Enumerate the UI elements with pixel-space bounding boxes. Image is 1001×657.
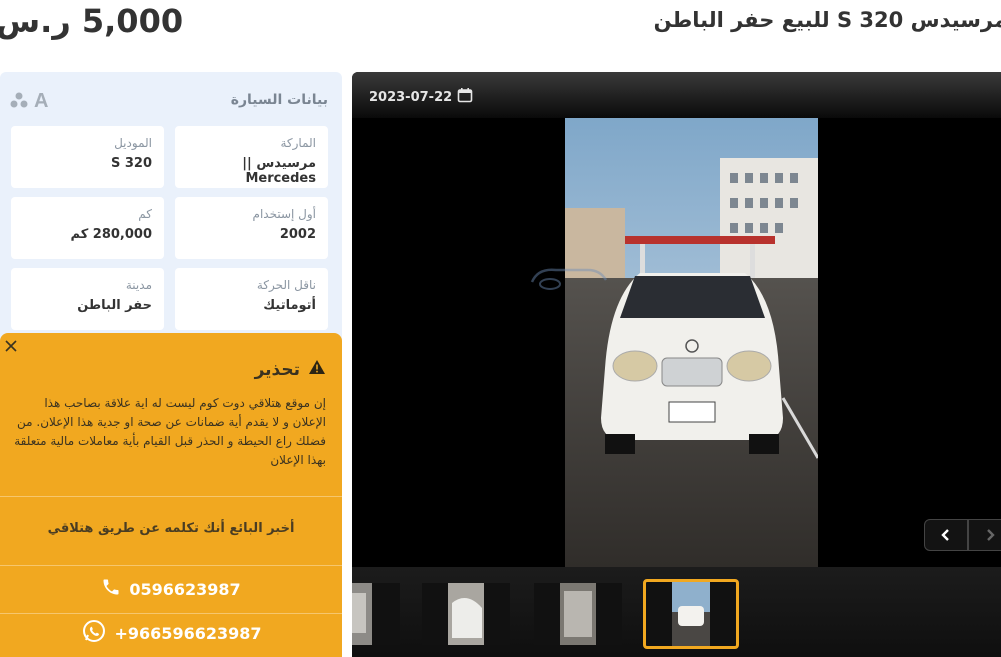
- font-size-icon[interactable]: A: [34, 90, 48, 113]
- call-button[interactable]: 0596623987: [0, 565, 342, 613]
- gallery-topbar: 2023-07-22: [352, 72, 1001, 118]
- warning-heading: تحذير: [255, 359, 326, 380]
- whatsapp-icon: [81, 618, 107, 648]
- whatsapp-number: +966596623987: [114, 623, 262, 643]
- listing-page: 5,000 ر.س مرسيدس S 320 للبيع حفر الباطن …: [0, 0, 1001, 657]
- next-photo-button[interactable]: [968, 519, 1001, 551]
- spec-card-transmission: ناقل الحركة أتوماتيك: [175, 268, 328, 330]
- spec-card-model: الموديل S 320: [11, 126, 164, 188]
- spec-label: الماركة: [280, 136, 316, 150]
- thumbnail-strip: [352, 567, 1001, 657]
- spec-card-first-use: أول إستخدام 2002: [175, 197, 328, 259]
- thumbnail-1[interactable]: [352, 583, 400, 645]
- divider: [0, 496, 342, 497]
- price: 5,000 ر.س: [0, 2, 184, 40]
- warning-icon: [308, 359, 326, 380]
- share-icon[interactable]: [10, 92, 28, 112]
- post-date: 2023-07-22: [369, 87, 473, 107]
- spec-value: 2002: [279, 227, 316, 242]
- spec-label: أول إستخدام: [252, 207, 316, 221]
- phone-icon: [101, 577, 121, 601]
- spec-card-city: مدينة حفر الباطن: [11, 268, 164, 330]
- specs-tools: A: [10, 90, 48, 113]
- spec-label: كم: [138, 207, 152, 221]
- phone-number: 0596623987: [129, 579, 241, 599]
- thumbnail-3[interactable]: [534, 583, 622, 645]
- spec-value: S 320: [110, 156, 152, 171]
- spec-value: أتوماتيك: [263, 298, 316, 313]
- spec-value: 280,000 كم: [70, 227, 153, 242]
- specs-header: بيانات السيارة A: [0, 72, 342, 130]
- main-car-photo[interactable]: [565, 118, 818, 567]
- photo-gallery: 2023-07-22: [352, 72, 1001, 657]
- warning-box: تحذير إن موقع هتلاقي دوت كوم ليست له اية…: [0, 333, 342, 657]
- gallery-nav: [924, 519, 1001, 551]
- specs-title: بيانات السيارة: [230, 92, 328, 108]
- chevron-left-icon: [941, 529, 949, 541]
- watermark-logo: [528, 262, 638, 294]
- date-text: 2023-07-22: [369, 89, 453, 105]
- spec-card-make: الماركة مرسيدس || Mercedes: [175, 126, 328, 188]
- warning-title: تحذير: [254, 359, 300, 380]
- warning-text: إن موقع هتلاقي دوت كوم ليست له اية علاقة…: [14, 396, 326, 467]
- spec-value: حفر الباطن: [77, 298, 152, 313]
- spec-value: مرسيدس || Mercedes: [242, 156, 316, 186]
- spec-label: الموديل: [114, 136, 152, 150]
- spec-label: مدينة: [125, 278, 152, 292]
- spec-card-mileage: كم 280,000 كم: [11, 197, 164, 259]
- close-icon[interactable]: [4, 338, 18, 352]
- prev-photo-button[interactable]: [924, 519, 968, 551]
- spec-label: ناقل الحركة: [256, 278, 316, 292]
- thumbnail-4-active[interactable]: [643, 579, 739, 649]
- thumbnail-2[interactable]: [422, 583, 510, 645]
- tell-seller-note: أخبر البائع أنك تكلمه عن طريق هتلاقي: [47, 521, 295, 536]
- calendar-icon: [457, 87, 473, 107]
- page-title: مرسيدس S 320 للبيع حفر الباطن: [653, 8, 1001, 32]
- whatsapp-button[interactable]: +966596623987: [0, 609, 342, 657]
- chevron-right-icon: [987, 529, 995, 541]
